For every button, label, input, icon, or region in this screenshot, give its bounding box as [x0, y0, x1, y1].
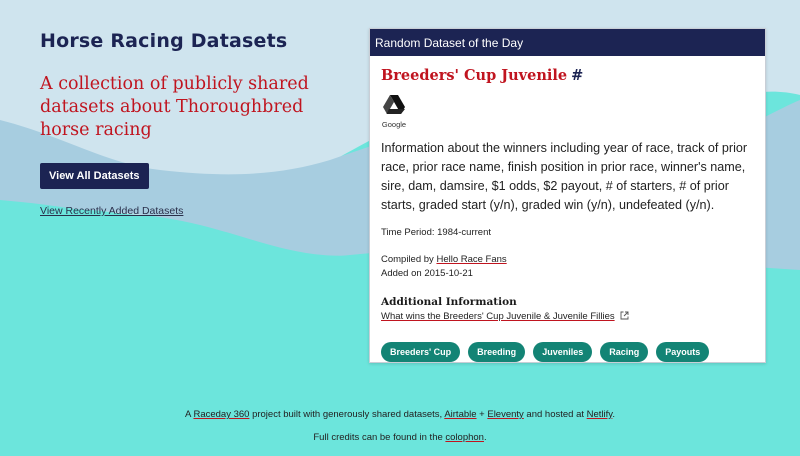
additional-info-link-text[interactable]: What wins the Breeders' Cup Juvenile & J…	[381, 311, 615, 322]
netlify-link[interactable]: Netlify	[587, 409, 613, 420]
card-header: Random Dataset of the Day	[370, 29, 765, 56]
tag-juveniles[interactable]: Juveniles	[533, 342, 593, 362]
tag-breeders-cup[interactable]: Breeders' Cup	[381, 342, 461, 362]
raceday-360-link[interactable]: Raceday 360	[193, 409, 249, 420]
dataset-title-link[interactable]: Breeders' Cup Juvenile	[381, 67, 567, 84]
tag-breeding[interactable]: Breeding	[468, 342, 526, 362]
footer-text: and hosted at	[523, 409, 587, 420]
additional-info-heading: Additional Information	[381, 296, 517, 308]
external-link-icon	[620, 311, 629, 320]
tag-list: Breeders' Cup Breeding Juveniles Racing …	[381, 342, 754, 362]
footer-text: .	[612, 409, 615, 420]
compiled-prefix: Compiled by	[381, 254, 437, 265]
compiled-by: Compiled by Hello Race Fans	[381, 254, 754, 265]
view-recent-datasets-link[interactable]: View Recently Added Datasets	[40, 205, 350, 217]
footer-colophon: Full credits can be found in the colopho…	[0, 432, 800, 443]
eleventy-link[interactable]: Eleventy	[487, 409, 523, 420]
site-tagline: A collection of publicly shared datasets…	[40, 74, 309, 140]
dataset-of-the-day-card: Random Dataset of the Day Breeders' Cup …	[369, 28, 766, 363]
tag-racing[interactable]: Racing	[600, 342, 649, 362]
footer-text: project built with generously shared dat…	[249, 409, 445, 420]
added-date: Added on 2015-10-21	[381, 268, 473, 279]
source-label: Google	[381, 120, 407, 129]
site-title[interactable]: Horse Racing Datasets	[40, 30, 350, 52]
airtable-link[interactable]: Airtable	[444, 409, 476, 420]
colophon-link[interactable]: colophon	[445, 432, 484, 443]
source[interactable]: Google	[381, 95, 407, 129]
hero: Horse Racing Datasets A collection of pu…	[40, 30, 350, 217]
card-body: Breeders' Cup Juvenile # Google Informati…	[370, 56, 765, 362]
tag-payouts[interactable]: Payouts	[656, 342, 710, 362]
footer-credits: A Raceday 360 project built with generou…	[0, 409, 800, 420]
dataset-title: Breeders' Cup Juvenile #	[381, 67, 754, 84]
view-all-datasets-button[interactable]: View All Datasets	[40, 163, 149, 189]
dataset-description: Information about the winners including …	[381, 141, 748, 212]
compiled-by-link[interactable]: Hello Race Fans	[436, 254, 506, 265]
additional-info-link[interactable]: What wins the Breeders' Cup Juvenile & J…	[381, 311, 754, 322]
footer-text: .	[483, 432, 487, 443]
google-drive-icon	[383, 95, 405, 114]
anchor-link[interactable]: #	[571, 67, 583, 84]
footer-text: Full credits can be found in the	[313, 432, 446, 443]
footer-text: +	[476, 409, 488, 420]
time-period: Time Period: 1984-current	[381, 227, 492, 238]
